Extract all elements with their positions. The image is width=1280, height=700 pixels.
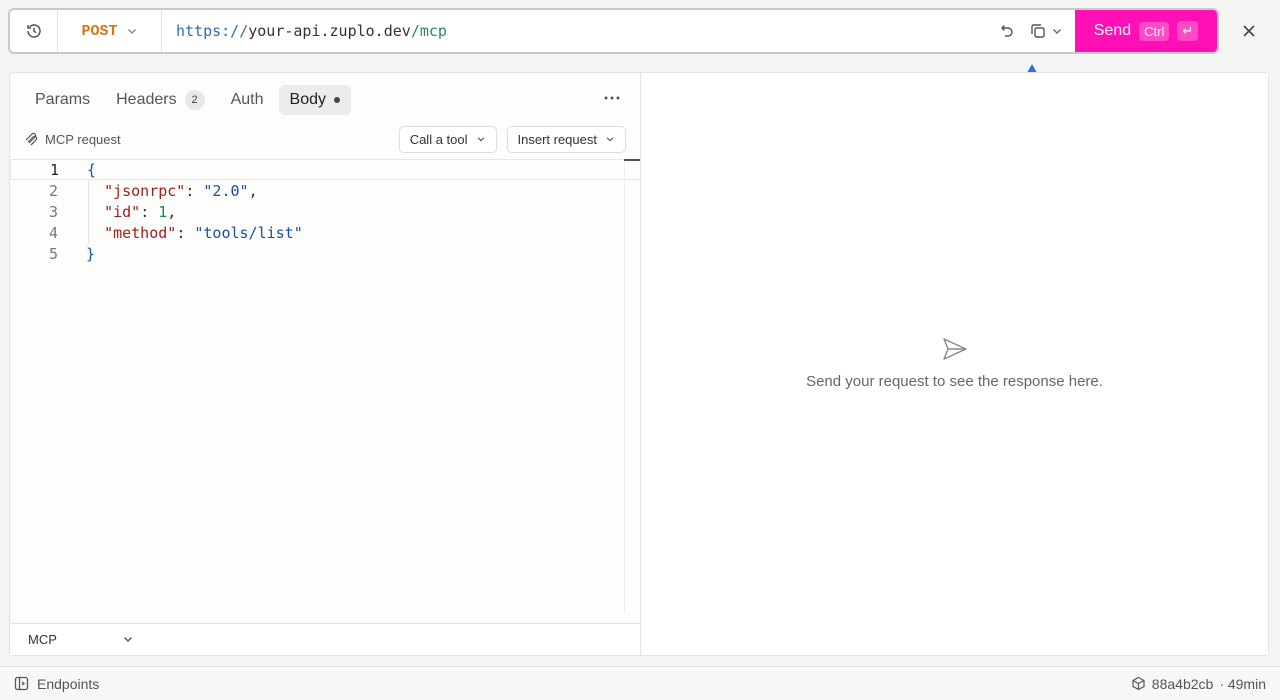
scroll-indicator [624, 159, 640, 161]
tab-auth[interactable]: Auth [220, 85, 275, 115]
sidebar-panel-icon [14, 676, 29, 691]
request-editor-pane: Params Headers 2 Auth Body MCP request C… [10, 73, 641, 655]
copy-menu-button[interactable] [1029, 22, 1063, 40]
send-icon [942, 338, 967, 360]
tab-params-label: Params [35, 91, 91, 108]
tab-headers[interactable]: Headers 2 [105, 85, 215, 115]
chevron-down-icon [124, 637, 132, 642]
endpoints-toggle[interactable]: Endpoints [14, 676, 99, 692]
method-select[interactable]: POST [58, 10, 162, 52]
request-panel: Params Headers 2 Auth Body MCP request C… [9, 72, 1269, 656]
body-type-select[interactable]: MCP [10, 623, 640, 655]
deployment-info[interactable]: 88a4b2cb · 49min [1131, 676, 1266, 692]
chevron-down-icon [127, 29, 136, 34]
json-key: "method" [104, 223, 177, 242]
line-number: 3 [48, 202, 58, 221]
response-empty-state: Send your request to see the response he… [641, 337, 1268, 390]
status-bar: Endpoints 88a4b2cb · 49min [0, 666, 1280, 700]
body-type-label: MCP [28, 632, 57, 647]
tab-params[interactable]: Params [24, 85, 101, 115]
mcp-icon [25, 132, 38, 145]
json-key: "id" [104, 202, 141, 221]
url-host: your-api.zuplo.dev [248, 22, 411, 40]
history-icon [26, 24, 41, 38]
call-tool-label: Call a tool [409, 131, 468, 147]
commit-hash: 88a4b2cb [1151, 675, 1214, 692]
code-line: 5 } [10, 243, 640, 264]
mcp-request-label: MCP request [24, 132, 121, 147]
insert-request-dropdown[interactable]: Insert request [506, 125, 626, 153]
close-icon [1243, 25, 1255, 37]
chevron-down-icon [1053, 29, 1061, 34]
json-key: "jsonrpc" [104, 181, 186, 200]
line-number: 2 [48, 181, 58, 200]
undo-icon[interactable] [997, 22, 1015, 40]
response-pane: Send your request to see the response he… [641, 73, 1268, 655]
json-value: "tools/list" [194, 223, 303, 242]
code-line: 2 "jsonrpc": "2.0", [10, 180, 640, 201]
chevron-down-icon [477, 137, 484, 142]
more-options-button[interactable] [602, 91, 622, 105]
chevron-down-icon [606, 137, 614, 142]
code-line: 1 { [10, 159, 639, 180]
shortcut-ctrl: Ctrl [1139, 21, 1170, 41]
send-button[interactable]: Send Ctrl ↵ [1075, 10, 1217, 52]
mcp-request-text: MCP request [45, 131, 121, 147]
endpoints-label: Endpoints [37, 675, 100, 692]
scrollbar-track[interactable] [624, 161, 625, 613]
code-line: 3 "id": 1, [10, 201, 640, 222]
url-actions [997, 10, 1075, 52]
code-text: { [87, 160, 97, 179]
copy-icon [1031, 24, 1045, 38]
tab-headers-label: Headers [116, 91, 177, 108]
line-number: 4 [48, 223, 58, 242]
insert-request-label: Insert request [517, 131, 598, 147]
url-scheme: https:// [176, 22, 249, 40]
deploy-age: · 49min [1219, 675, 1266, 692]
line-number: 1 [49, 160, 59, 179]
json-value: "2.0" [203, 181, 249, 200]
url-input[interactable]: https://your-api.zuplo.dev/mcp [162, 10, 997, 52]
body-toolbar: MCP request Call a tool Insert request [24, 125, 626, 153]
modified-dot [334, 97, 340, 103]
shortcut-enter: ↵ [1177, 21, 1199, 41]
tab-body[interactable]: Body [278, 85, 351, 115]
package-icon [1132, 676, 1145, 691]
request-tabs: Params Headers 2 Auth Body [24, 85, 351, 115]
code-editor[interactable]: 1 { 2 "jsonrpc": "2.0", 3 "id": 1, 4 "me… [10, 159, 640, 613]
line-number: 5 [48, 244, 58, 263]
tab-body-label: Body [289, 91, 326, 108]
more-horizontal-icon [604, 96, 620, 100]
url-path: /mcp [410, 22, 447, 40]
indent-guide [88, 180, 89, 243]
call-tool-dropdown[interactable]: Call a tool [398, 125, 497, 153]
headers-count-badge: 2 [184, 90, 205, 110]
close-button[interactable] [1238, 20, 1260, 42]
code-text: } [86, 244, 96, 263]
send-label: Send [1093, 22, 1132, 39]
response-empty-text: Send your request to see the response he… [806, 373, 1103, 390]
request-bar: POST https://your-api.zuplo.dev/mcp Send… [8, 8, 1219, 54]
method-label: POST [81, 22, 118, 40]
code-line: 4 "method": "tools/list" [10, 222, 640, 243]
json-value: 1 [158, 202, 168, 221]
history-button[interactable] [10, 10, 58, 52]
tab-auth-label: Auth [230, 91, 264, 108]
